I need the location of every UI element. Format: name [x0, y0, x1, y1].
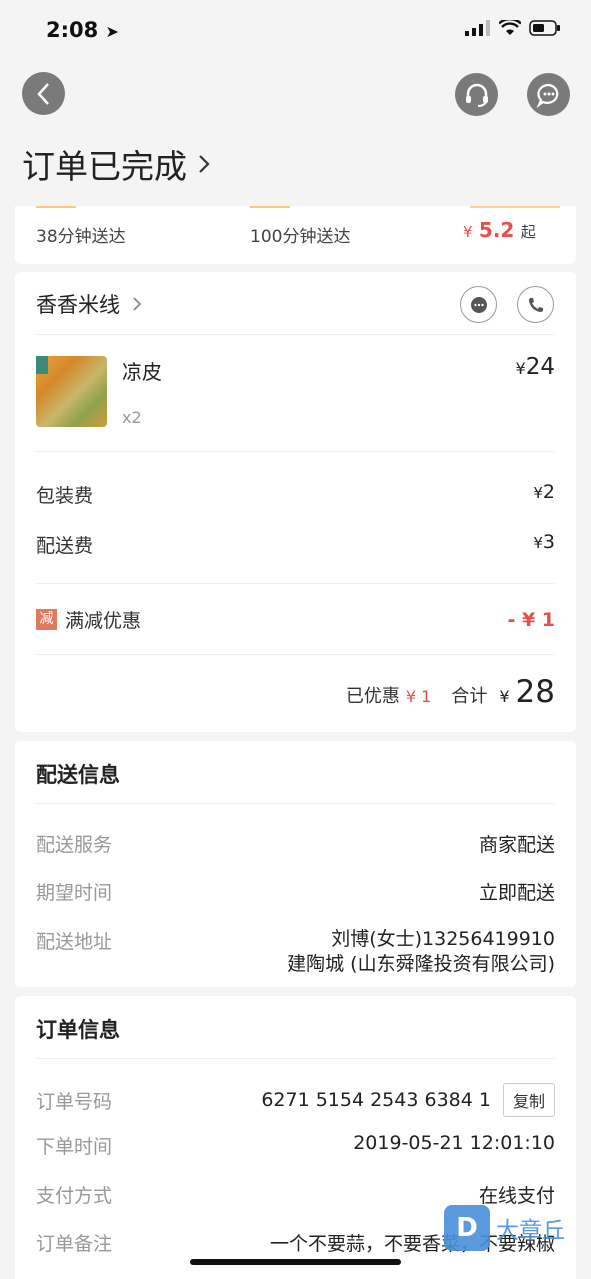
home-indicator[interactable]	[190, 1259, 401, 1265]
item-name: 凉皮	[122, 360, 162, 384]
min-price-value: 5.2	[478, 218, 515, 242]
order-number: 6271 5154 2543 6384 1	[261, 1089, 491, 1111]
order-info-title: 订单信息	[36, 1018, 120, 1042]
row-label: 期望时间	[36, 882, 113, 904]
status-time-text: 2:08	[46, 18, 99, 42]
delivery-time-2: 100分钟送达	[250, 227, 351, 247]
row-label: 订单备注	[36, 1233, 113, 1255]
fee-value: 3	[542, 531, 555, 553]
row-label: 配送服务	[36, 834, 113, 856]
chat-bubble-icon	[536, 83, 558, 108]
order-total: 已优惠 ¥ 1 合计 ¥ 28	[346, 674, 555, 710]
shop-card: 香香米线 凉皮 x2 ¥24 包装费 ¥2 配送费 ¥3 减 满减优惠 - ¥ …	[15, 272, 576, 732]
cut-off-text	[36, 206, 76, 208]
chat-bubble-icon	[470, 296, 487, 313]
page-title-text: 订单已完成	[22, 147, 187, 186]
shop-name-link[interactable]: 香香米线	[36, 289, 142, 319]
divider	[36, 334, 555, 335]
address-detail: 建陶城 (山东舜隆投资有限公司)	[287, 953, 555, 975]
shop-call-button[interactable]	[517, 286, 554, 323]
order-time-row: 下单时间 2019-05-21 12:01:10	[36, 1132, 555, 1159]
message-button[interactable]	[527, 73, 570, 116]
fee-label: 包装费	[36, 485, 94, 507]
signal-icon	[465, 20, 490, 36]
currency-symbol: ¥	[499, 687, 510, 706]
discount-value: - ¥ 1	[507, 608, 555, 631]
row-label: 下单时间	[36, 1136, 113, 1158]
row-label: 订单号码	[36, 1090, 113, 1113]
discount-badge: 减	[36, 609, 57, 630]
status-icons	[465, 20, 561, 36]
min-price-suffix: 起	[520, 223, 536, 241]
page-title[interactable]: 订单已完成	[22, 140, 211, 188]
item-price: ¥24	[516, 354, 555, 380]
watermark: D 大章丘	[444, 1205, 565, 1251]
delivery-time-1: 38分钟送达	[36, 227, 126, 247]
row-value: 商家配送	[478, 834, 555, 856]
saved-label: 已优惠	[345, 686, 400, 707]
order-time: 2019-05-21 12:01:10	[353, 1132, 555, 1154]
item-price-value: 24	[525, 354, 555, 380]
row-value: 立即配送	[478, 882, 555, 904]
fee-row-delivery: 配送费 ¥3	[36, 531, 555, 558]
item-quantity: x2	[122, 408, 142, 427]
row-label: 配送地址	[36, 931, 113, 953]
delivery-info-title: 配送信息	[36, 763, 120, 787]
divider	[36, 583, 555, 584]
currency-symbol: ¥	[533, 484, 543, 502]
currency-symbol: ¥	[533, 534, 543, 552]
min-price: ¥ 5.2 起	[463, 218, 536, 242]
thumbnail-tag	[36, 356, 48, 374]
shop-message-button[interactable]	[460, 286, 497, 323]
order-number-row: 订单号码 6271 5154 2543 6384 1 复制	[36, 1083, 555, 1117]
address-row: 配送地址 刘博(女士)13256419910 建陶城 (山东舜隆投资有限公司)	[36, 927, 555, 977]
recommend-card[interactable]: 38分钟送达 100分钟送达 ¥ 5.2 起	[15, 206, 576, 264]
battery-icon	[529, 20, 560, 36]
divider	[36, 451, 555, 452]
chevron-right-icon	[199, 155, 210, 173]
fee-row-packaging: 包装费 ¥2	[36, 481, 555, 508]
shop-name: 香香米线	[36, 293, 120, 317]
delivery-service-row: 配送服务 商家配送	[36, 830, 555, 857]
payment-method-row: 支付方式 在线支付	[36, 1181, 555, 1208]
phone-icon	[528, 297, 543, 312]
chevron-right-icon	[133, 297, 142, 311]
divider	[36, 654, 555, 655]
status-time: 2:08 ➤	[46, 18, 119, 42]
saved-value: ¥ 1	[405, 687, 432, 706]
divider	[36, 803, 555, 804]
fee-label: 配送费	[36, 535, 94, 557]
row-label: 支付方式	[36, 1185, 113, 1207]
back-button[interactable]	[22, 72, 65, 115]
copy-button[interactable]: 复制	[502, 1083, 555, 1117]
expected-time-row: 期望时间 立即配送	[36, 878, 555, 905]
payment-method: 在线支付	[478, 1185, 555, 1207]
currency-symbol: ¥	[463, 223, 473, 241]
food-thumbnail	[36, 356, 107, 427]
total-label: 合计	[451, 686, 488, 707]
delivery-info-card: 配送信息 配送服务 商家配送 期望时间 立即配送 配送地址 刘博(女士)1325…	[15, 741, 576, 987]
wifi-icon	[499, 20, 521, 35]
divider	[36, 1058, 555, 1059]
fee-value: 2	[542, 481, 555, 503]
customer-service-button[interactable]	[455, 73, 498, 116]
watermark-logo-icon: D	[444, 1205, 490, 1251]
discount-label: 满减优惠	[65, 610, 142, 632]
cut-off-text	[470, 206, 560, 208]
headset-icon	[465, 83, 488, 107]
watermark-text: 大章丘	[496, 1218, 565, 1244]
total-value: 28	[515, 674, 555, 710]
location-arrow-icon: ➤	[105, 22, 119, 41]
cut-off-text	[250, 206, 290, 208]
discount-row: 减 满减优惠 - ¥ 1	[36, 606, 555, 633]
address-contact: 刘博(女士)13256419910	[331, 928, 555, 950]
currency-symbol: ¥	[515, 359, 526, 378]
chevron-left-icon	[36, 82, 49, 105]
